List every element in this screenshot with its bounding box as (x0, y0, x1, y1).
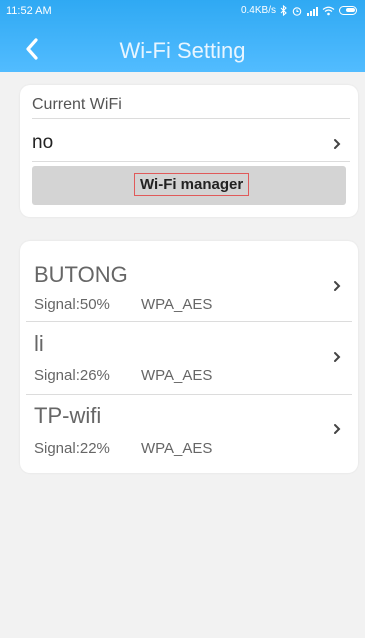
wifi-name: BUTONG (34, 262, 128, 287)
wifi-list-item[interactable]: li Signal:26% WPA_AES (20, 322, 358, 394)
wifi-signal: Signal:26% (34, 367, 110, 384)
status-icons: 0.4KB/s (241, 5, 357, 16)
wifi-signal: Signal:50% (34, 296, 110, 313)
wifi-list-card: BUTONG Signal:50% WPA_AES li Signal:26% … (20, 241, 358, 473)
wifi-security: WPA_AES (141, 367, 213, 384)
current-wifi-label: Current WiFi (32, 96, 122, 113)
page-title: Wi-Fi Setting (119, 38, 246, 63)
divider (32, 161, 350, 162)
alarm-icon (292, 6, 302, 16)
current-wifi-ssid[interactable]: no (32, 132, 53, 154)
battery-icon (339, 6, 357, 15)
wifi-list-item[interactable]: BUTONG Signal:50% WPA_AES (20, 241, 358, 321)
wifi-manager-button[interactable]: Wi-Fi manager (32, 166, 346, 205)
wifi-security: WPA_AES (141, 296, 213, 313)
chevron-right-icon (334, 352, 341, 362)
wifi-name: li (34, 331, 44, 356)
app-header: 11:52 AM 0.4KB/s Wi-Fi Setting (0, 0, 365, 72)
signal-icon (307, 6, 318, 16)
current-wifi-card: Current WiFi no Wi-Fi manager (20, 85, 358, 217)
wifi-security: WPA_AES (141, 440, 213, 457)
wifi-icon (322, 6, 335, 15)
bluetooth-icon (280, 5, 287, 16)
chevron-right-icon (334, 424, 341, 434)
status-bar: 11:52 AM 0.4KB/s (0, 0, 365, 22)
wifi-signal: Signal:22% (34, 440, 110, 457)
wifi-name: TP-wifi (34, 403, 102, 428)
chevron-right-icon (334, 281, 341, 291)
divider (32, 118, 350, 119)
wifi-list-item[interactable]: TP-wifi Signal:22% WPA_AES (20, 395, 358, 469)
network-speed: 0.4KB/s (240, 5, 276, 16)
status-time: 11:52 AM (6, 5, 52, 17)
chevron-right-icon[interactable] (330, 137, 344, 151)
wifi-manager-label: Wi-Fi manager (134, 173, 250, 196)
